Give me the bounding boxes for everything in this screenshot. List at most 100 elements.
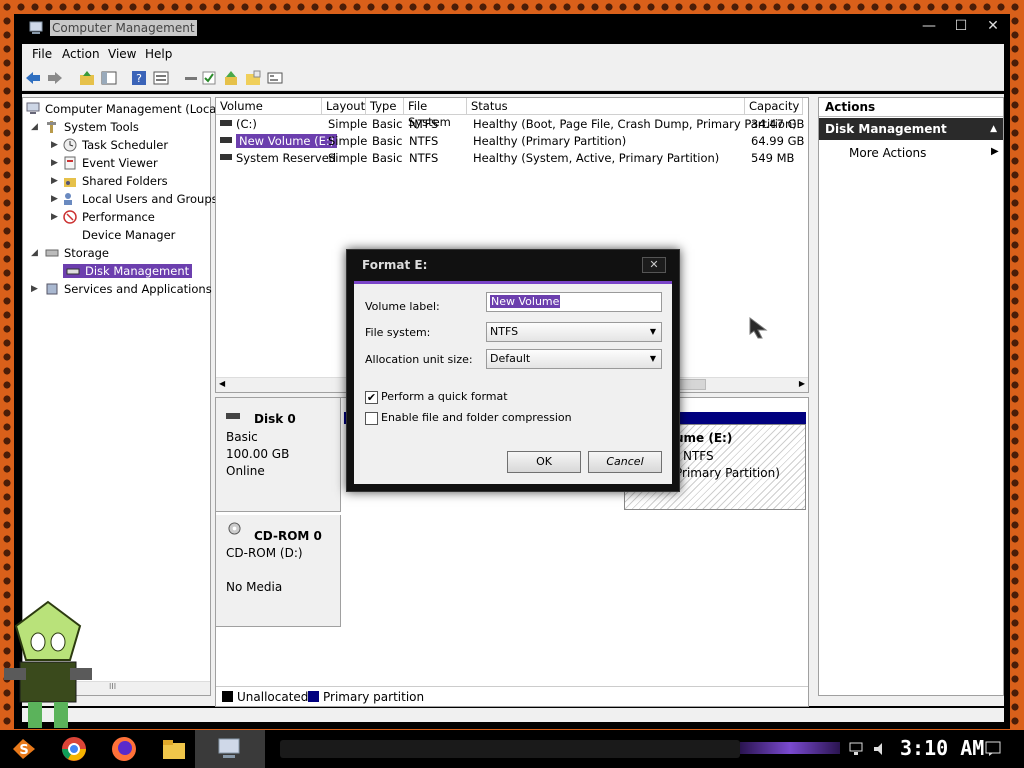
console-tree-icon[interactable] <box>100 69 118 87</box>
allocation-unit-label: Allocation unit size: <box>365 353 473 366</box>
network-icon[interactable] <box>848 741 864 757</box>
users-icon <box>64 193 72 205</box>
export-icon[interactable] <box>222 69 240 87</box>
compression-checkbox[interactable] <box>365 412 378 425</box>
ok-button[interactable]: OK <box>507 451 581 473</box>
volume-icon[interactable] <box>872 741 888 757</box>
menu-view[interactable]: View <box>108 47 136 61</box>
tree-storage[interactable]: Storage <box>45 245 109 262</box>
title-bar[interactable]: Computer Management — ☐ ✕ <box>14 14 1010 44</box>
file-system-select[interactable]: NTFS ▼ <box>486 322 662 342</box>
cancel-button[interactable]: Cancel <box>588 451 662 473</box>
expand-icon[interactable]: ▶ <box>51 212 58 222</box>
tree-shared-folders[interactable]: Shared Folders <box>63 173 168 190</box>
menu-action[interactable]: Action <box>62 47 100 61</box>
tree-local-users[interactable]: Local Users and Groups <box>63 191 218 208</box>
disk-management-icon <box>66 268 80 275</box>
cell-fs: NTFS <box>409 151 439 165</box>
allocation-unit-select[interactable]: Default ▼ <box>486 349 662 369</box>
notification-icon[interactable] <box>984 740 1002 758</box>
disk-icon <box>226 413 240 419</box>
minimize-button[interactable]: — <box>914 16 944 36</box>
collapse-icon[interactable]: ◢ <box>31 248 38 258</box>
status-bar <box>22 708 1004 722</box>
volume-label-label: Volume label: <box>365 300 440 313</box>
clock[interactable]: 3:10 AM <box>900 736 984 760</box>
tree-disk-management-label: Disk Management <box>85 264 190 278</box>
connect-icon[interactable] <box>182 69 200 87</box>
properties-icon[interactable] <box>152 69 170 87</box>
firefox-icon[interactable] <box>110 735 138 763</box>
taskbar-decoration-bar <box>740 742 840 754</box>
view-icon[interactable] <box>266 69 284 87</box>
actions-section-disk-management[interactable]: Disk Management ▲ <box>819 118 1003 140</box>
cdrom-drive: CD-ROM (D:) <box>226 546 303 560</box>
expand-icon[interactable]: ▶ <box>51 140 58 150</box>
tree-root[interactable]: Computer Management (Local) <box>26 101 224 118</box>
expand-icon[interactable]: ▶ <box>51 194 58 204</box>
chrome-icon[interactable] <box>60 735 88 763</box>
tree-services[interactable]: Services and Applications <box>45 281 212 298</box>
col-volume[interactable]: Volume <box>216 98 322 115</box>
tools-icon <box>47 121 56 133</box>
tree-device-manager-label: Device Manager <box>82 228 176 242</box>
col-type[interactable]: Type <box>366 98 404 115</box>
check-icon[interactable] <box>200 69 218 87</box>
cell-volume: New Volume (E:) <box>236 134 338 148</box>
scroll-right-icon[interactable]: ▶ <box>799 379 805 388</box>
computer-management-icon <box>29 21 43 34</box>
col-file-system[interactable]: File System <box>404 98 467 129</box>
disk-0-name: Disk 0 <box>254 412 296 426</box>
dialog-title: Format E: <box>362 258 428 272</box>
cell-type: Basic <box>372 117 403 131</box>
help-icon[interactable]: ? <box>130 69 148 87</box>
quick-format-checkbox[interactable]: ✔ <box>365 391 378 404</box>
collapse-icon[interactable]: ◢ <box>31 122 38 132</box>
cell-type: Basic <box>372 134 403 148</box>
close-button[interactable]: ✕ <box>978 16 1008 36</box>
maximize-button[interactable]: ☐ <box>946 16 976 36</box>
cdrom-0-info[interactable]: CD-ROM 0 CD-ROM (D:) No Media <box>216 515 341 627</box>
forward-arrow-icon[interactable] <box>46 69 64 87</box>
collapse-up-icon[interactable]: ▲ <box>990 118 997 140</box>
expand-icon[interactable]: ▶ <box>51 158 58 168</box>
disk-0-info[interactable]: Disk 0 Basic 100.00 GB Online <box>216 398 341 512</box>
file-explorer-icon[interactable] <box>160 735 188 763</box>
menu-file[interactable]: File <box>32 47 52 61</box>
tree-task-scheduler[interactable]: Task Scheduler <box>63 137 168 154</box>
quick-format-label[interactable]: Perform a quick format <box>381 390 508 403</box>
cell-capacity: 34.47 GB <box>751 117 805 131</box>
cell-status: Healthy (Boot, Page File, Crash Dump, Pr… <box>473 117 797 131</box>
more-actions[interactable]: More Actions <box>849 146 926 160</box>
disk-0-type: Basic <box>226 430 258 444</box>
compression-label[interactable]: Enable file and folder compression <box>381 411 572 424</box>
expand-icon[interactable]: ▶ <box>31 284 38 294</box>
legend-unallocated-swatch <box>222 691 233 702</box>
taskbar-decoration <box>280 740 740 758</box>
back-arrow-icon[interactable] <box>24 69 42 87</box>
tree-device-manager[interactable]: Device Manager <box>63 227 175 244</box>
tree-local-users-label: Local Users and Groups <box>82 192 218 206</box>
expand-icon[interactable]: ▶ <box>51 176 58 186</box>
tree-event-viewer[interactable]: Event Viewer <box>63 155 158 172</box>
col-capacity[interactable]: Capacity <box>745 98 803 115</box>
menu-help[interactable]: Help <box>145 47 172 61</box>
mouse-cursor-icon <box>749 317 768 339</box>
dialog-close-button[interactable]: ✕ <box>642 257 666 273</box>
tree-performance[interactable]: Performance <box>63 209 155 226</box>
scroll-left-icon[interactable]: ◀ <box>219 379 225 388</box>
dropdown-arrow-icon: ▼ <box>649 354 656 363</box>
volume-label-input[interactable]: New Volume <box>486 292 662 312</box>
partition-e-fs: NTFS <box>683 449 714 463</box>
up-folder-icon[interactable] <box>78 69 96 87</box>
submenu-arrow-icon[interactable]: ▶ <box>991 146 999 157</box>
services-icon <box>46 283 58 295</box>
start-icon[interactable]: S <box>10 735 38 763</box>
col-status[interactable]: Status <box>467 98 745 115</box>
open-folder-icon[interactable] <box>244 69 262 87</box>
active-task-button[interactable] <box>195 730 265 768</box>
col-layout[interactable]: Layout <box>322 98 366 115</box>
tree-system-tools[interactable]: System Tools <box>45 119 139 136</box>
tree-disk-management[interactable]: Disk Management <box>63 263 193 280</box>
cell-layout: Simple <box>328 151 368 165</box>
